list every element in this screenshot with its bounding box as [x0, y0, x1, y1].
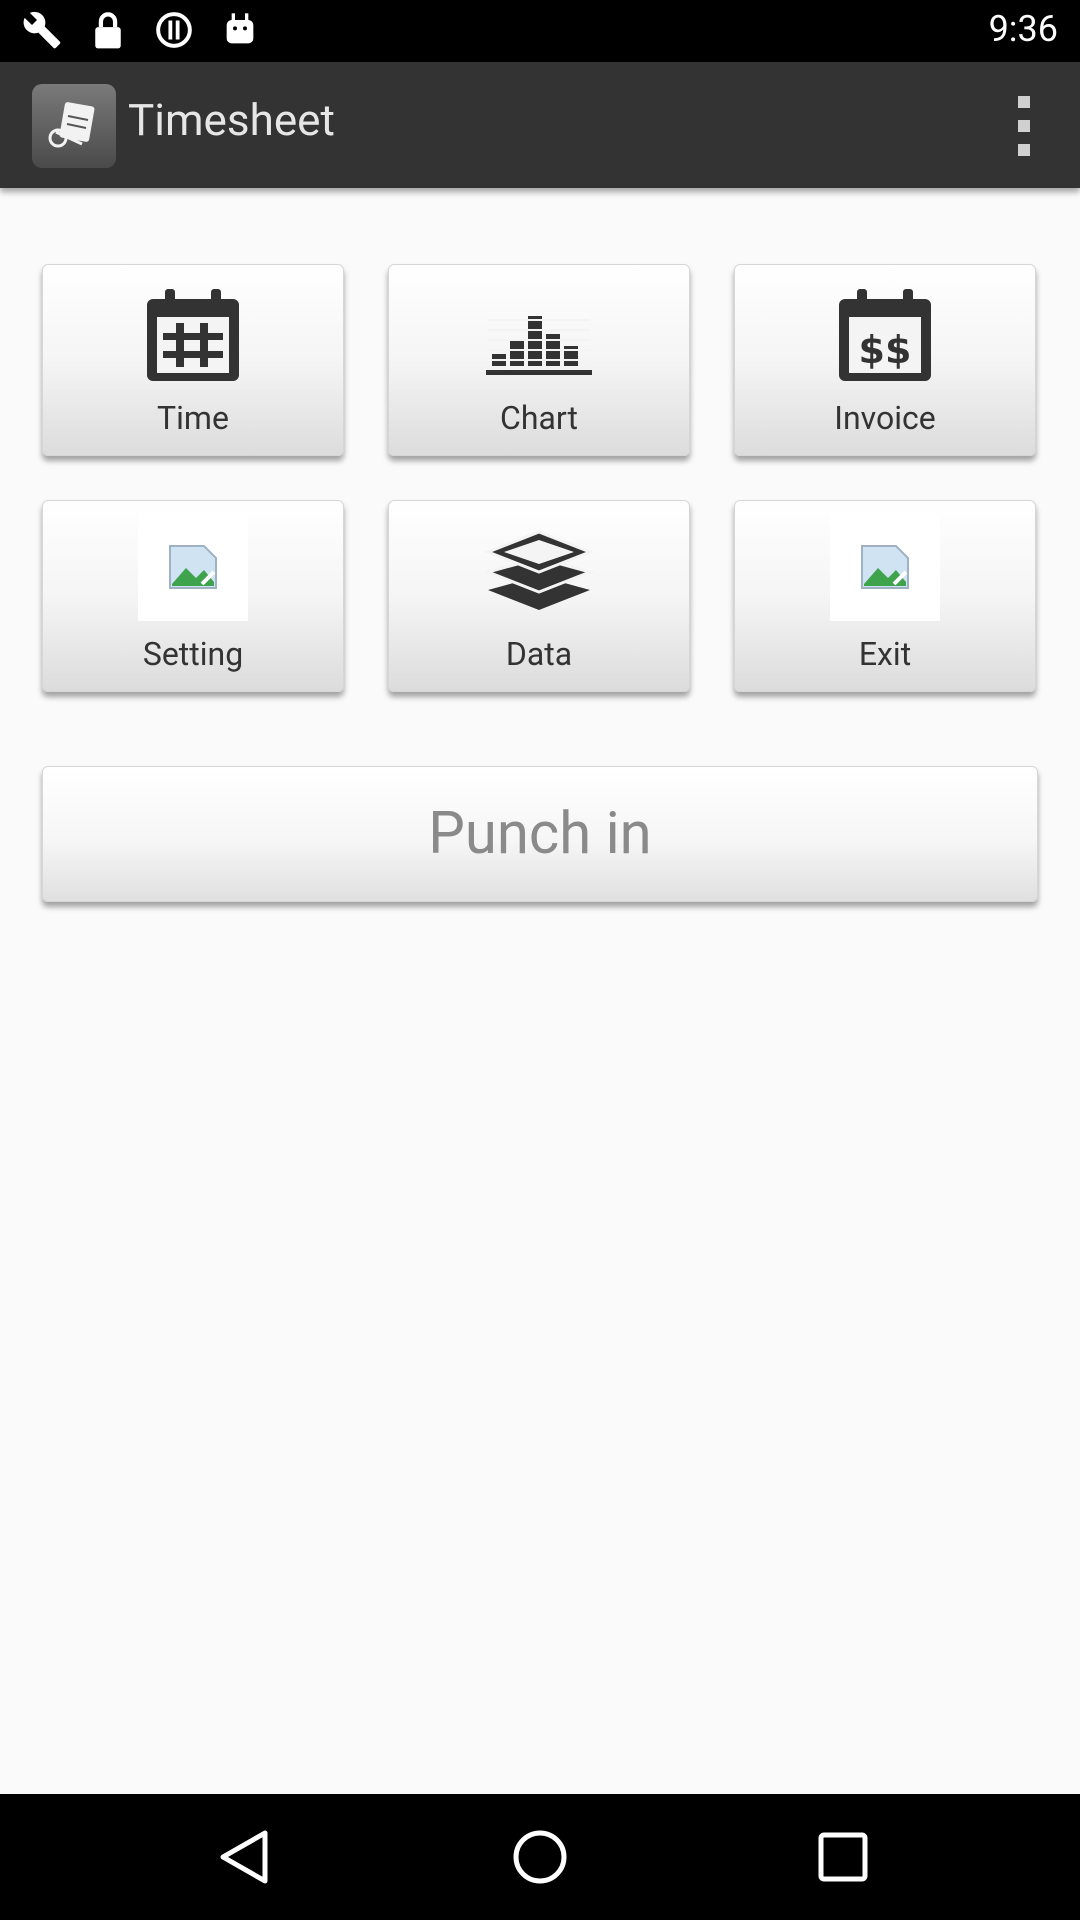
setting-button[interactable]: Setting — [42, 500, 344, 692]
app-bar: Timesheet — [0, 62, 1080, 188]
layers-icon — [484, 521, 594, 621]
chart-label: Chart — [500, 399, 578, 437]
status-right: 9:36 — [989, 8, 1058, 50]
android-icon — [220, 10, 260, 50]
overflow-menu-icon[interactable] — [1012, 96, 1036, 156]
chart-button[interactable]: Chart — [388, 264, 690, 456]
time-button[interactable]: Time — [42, 264, 344, 456]
timesheet-app-icon — [32, 84, 116, 168]
exit-label: Exit — [858, 635, 912, 673]
svg-text:$$: $$ — [859, 328, 912, 372]
broken-image-icon — [138, 513, 248, 621]
broken-image-icon — [830, 513, 940, 621]
recents-icon[interactable] — [810, 1824, 876, 1890]
wrench-icon — [22, 10, 62, 50]
bar-chart-icon — [484, 285, 594, 385]
status-bar: 9:36 — [0, 0, 1080, 62]
invoice-label: Invoice — [834, 399, 936, 437]
page-title: Timesheet — [128, 94, 335, 146]
invoice-button[interactable]: $$ Invoice — [734, 264, 1036, 456]
time-label: Time — [157, 399, 229, 437]
data-label: Data — [505, 635, 573, 673]
exit-button[interactable]: Exit — [734, 500, 1036, 692]
calendar-dollar-icon: $$ — [830, 285, 940, 385]
navigation-bar — [0, 1794, 1080, 1920]
home-icon[interactable] — [507, 1824, 573, 1890]
status-icons-left — [22, 10, 260, 50]
calendar-grid-icon — [138, 285, 248, 385]
lock-icon — [88, 10, 128, 50]
back-icon[interactable] — [210, 1824, 276, 1890]
setting-label: Setting — [142, 635, 244, 673]
alert-icon — [154, 10, 194, 50]
data-button[interactable]: Data — [388, 500, 690, 692]
punch-in-button[interactable]: Punch in — [42, 766, 1038, 902]
status-time: 9:36 — [988, 8, 1058, 50]
punch-in-label: Punch in — [428, 800, 652, 868]
